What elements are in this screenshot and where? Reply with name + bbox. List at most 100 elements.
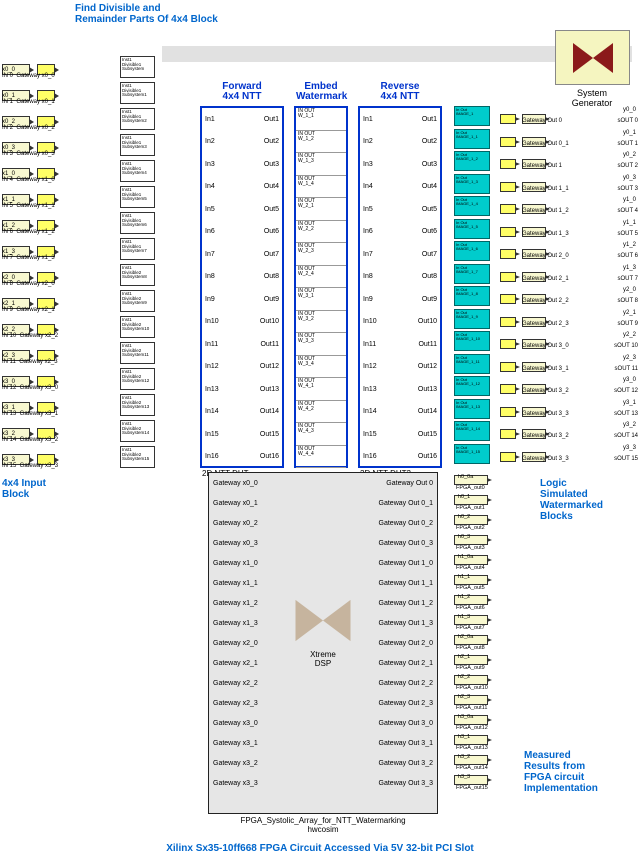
output-row: Gateway Out 2_3 y2_1 sOUT 9: [500, 311, 636, 334]
image-block: In OutIMAGE_1_6: [454, 241, 490, 261]
hwcosim-fpga-label: FPGA_out6: [456, 605, 485, 611]
hwcosim-row: h0_2 FPGA_out2: [448, 515, 538, 535]
hwcosim-fpga-label: FPGA_out8: [456, 645, 485, 651]
watermark-cell: IN OUTW_3_3: [296, 333, 346, 356]
image-block: In OutIMAGE_1_4: [454, 196, 490, 216]
watermark-cell: IN OUTW_2_3: [296, 243, 346, 266]
subsystem-block: Inst1Divisible1Subsystem1: [120, 82, 155, 104]
subsystem-block: Inst1Divisible2Subsystem10: [120, 316, 155, 338]
image-column: In OutIMAGE_1In OutIMAGE_1_1In OutIMAGE_…: [454, 106, 494, 466]
hwcosim-fpga-label: FPGA_out14: [456, 765, 488, 771]
hwcosim-outputs-column: h0_0a FPGA_out0 h0_1 FPGA_out1 h0_2 FPGA…: [448, 475, 538, 795]
stage-port-row: In11Out11: [360, 333, 440, 356]
fpga-out-label: Gateway Out 3_3: [379, 780, 433, 787]
port-out-label: Out10: [418, 318, 437, 325]
port-in-label: In8: [205, 273, 215, 280]
hwcosim-h-label: h2_0a: [458, 634, 473, 640]
output-gw-label: Gateway Out 0: [522, 118, 562, 124]
output-gw-label: Gateway Out 3_0: [522, 343, 569, 349]
image-block: In OutIMAGE_1_12: [454, 376, 490, 396]
fpga-in-label: Gateway x0_1: [213, 500, 258, 507]
stage-port-row: In1Out1: [202, 108, 282, 131]
fpga-in-label: Gateway x1_0: [213, 560, 258, 567]
hwcosim-fpga-label: FPGA_out5: [456, 585, 485, 591]
fpga-in-label: Gateway x2_3: [213, 700, 258, 707]
port-in-label: In13: [205, 386, 219, 393]
input-labels: x3_1IN 13 Gateway x3_1: [2, 405, 58, 417]
output-row: Gateway Out 1_2 y1_0 sOUT 4: [500, 198, 636, 221]
input-row: x3_2IN 14 Gateway x3_2: [2, 420, 102, 446]
port-in-label: In3: [363, 161, 373, 168]
hwcosim-h-label: h1_3: [458, 614, 470, 620]
output-sout-label: sOUT 2: [617, 163, 638, 169]
port-out-label: Out13: [260, 386, 279, 393]
stage-port-row: In12Out12: [202, 356, 282, 379]
stage-port-row: In9Out9: [360, 288, 440, 311]
port-in-label: In9: [363, 296, 373, 303]
fpga-in-label: Gateway x2_2: [213, 680, 258, 687]
hwcosim-h-label: h1_1: [458, 574, 470, 580]
output-sout-label: sOUT 0: [617, 118, 638, 124]
gateway-out-block: [500, 159, 516, 169]
port-out-label: Out5: [264, 206, 279, 213]
gateway-out-block: [500, 429, 516, 439]
hwcosim-h-label: h0_1: [458, 494, 470, 500]
fpga-out-label: Gateway Out 3_2: [379, 760, 433, 767]
hwcosim-fpga-label: FPGA_out10: [456, 685, 488, 691]
stage-port-row: In4Out4: [202, 176, 282, 199]
fpga-out-label: Gateway Out 0_3: [379, 540, 433, 547]
fpga-out-label: Gateway Out 1_3: [379, 620, 433, 627]
stage-port-row: In15Out15: [360, 423, 440, 446]
port-out-label: Out7: [422, 251, 437, 258]
fpga-port-row: Gateway x3_3Gateway Out 3_3: [209, 773, 437, 793]
watermark-cell: IN OUTW_1_4: [296, 176, 346, 199]
output-sout-label: sOUT 15: [614, 456, 638, 462]
input-row: x2_3IN 11 Gateway x2_3: [2, 342, 102, 368]
hwcosim-h-label: h2_3: [458, 694, 470, 700]
port-out-label: Out9: [264, 296, 279, 303]
hwcosim-fpga-label: FPGA_out4: [456, 565, 485, 571]
fpga-out-label: Gateway Out 2_2: [379, 680, 433, 687]
hwcosim-row: h0_1 FPGA_out1: [448, 495, 538, 515]
fpga-bottom-title: Xilinx Sx35-10ff668 FPGA Circuit Accesse…: [0, 843, 640, 854]
forward-ntt-label: Forward4x4 NTT: [202, 82, 282, 102]
output-gw-label: Gateway Out 2_2: [522, 298, 569, 304]
fpga-in-label: Gateway x1_2: [213, 600, 258, 607]
hwcosim-fpga-label: FPGA_out7: [456, 625, 485, 631]
gateway-out-block: [500, 182, 516, 192]
port-in-label: In5: [363, 206, 373, 213]
output-y-label: y3_0: [623, 377, 636, 383]
watermark-cell: IN OUTW_1_3: [296, 153, 346, 176]
port-in-label: In7: [205, 251, 215, 258]
subsystem-block: Inst1Divisible2Subsystem8: [120, 264, 155, 286]
output-gw-label: Gateway Out 1: [522, 163, 562, 169]
hwcosim-h-label: h2_2: [458, 674, 470, 680]
output-gw-label: Gateway Out 3_3: [522, 456, 569, 462]
fpga-in-label: Gateway x3_1: [213, 740, 258, 747]
watermark-cell: IN OUTW_2_1: [296, 198, 346, 221]
output-sout-label: sOUT 6: [617, 253, 638, 259]
hwcosim-row: h1_0a FPGA_out4: [448, 555, 538, 575]
fpga-port-row: Gateway x0_2Gateway Out 0_2: [209, 513, 437, 533]
system-generator-label: SystemGenerator: [562, 88, 622, 108]
input-row: x1_0IN 4 Gateway x1_0: [2, 160, 102, 186]
hwcosim-fpga-label: FPGA_out1: [456, 505, 485, 511]
top-title: Find Divisible andRemainder Parts Of 4x4…: [75, 3, 218, 25]
output-row: Gateway Out 3_2 y3_0 sOUT 12: [500, 378, 636, 401]
stage-port-row: In16Out16: [202, 446, 282, 469]
output-gw-label: Gateway Out 3_2: [522, 433, 569, 439]
hwcosim-row: h2_1 FPGA_out9: [448, 655, 538, 675]
port-out-label: Out3: [264, 161, 279, 168]
port-in-label: In9: [205, 296, 215, 303]
port-in-label: In11: [363, 341, 376, 348]
stage-port-row: In12Out12: [360, 356, 440, 379]
hwcosim-row: h2_3 FPGA_out11: [448, 695, 538, 715]
subsystem-block: Inst1Divisible2Subsystem15: [120, 446, 155, 468]
stage-port-row: In2Out2: [202, 131, 282, 154]
stage-port-row: In3Out3: [360, 153, 440, 176]
output-y-label: y2_3: [623, 355, 636, 361]
port-in-label: In5: [205, 206, 215, 213]
watermark-cell: IN OUTW_3_2: [296, 311, 346, 334]
stage-port-row: In14Out14: [202, 401, 282, 424]
hwcosim-fpga-label: FPGA_out15: [456, 785, 488, 791]
